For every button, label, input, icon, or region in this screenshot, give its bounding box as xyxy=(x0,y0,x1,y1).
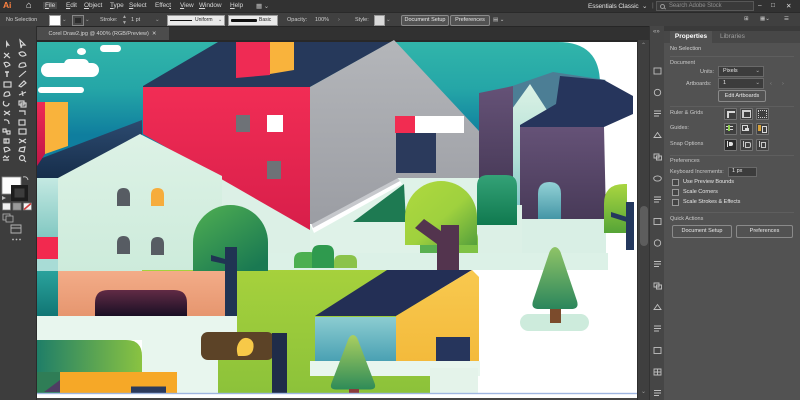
svg-text:«»: «» xyxy=(653,29,660,35)
